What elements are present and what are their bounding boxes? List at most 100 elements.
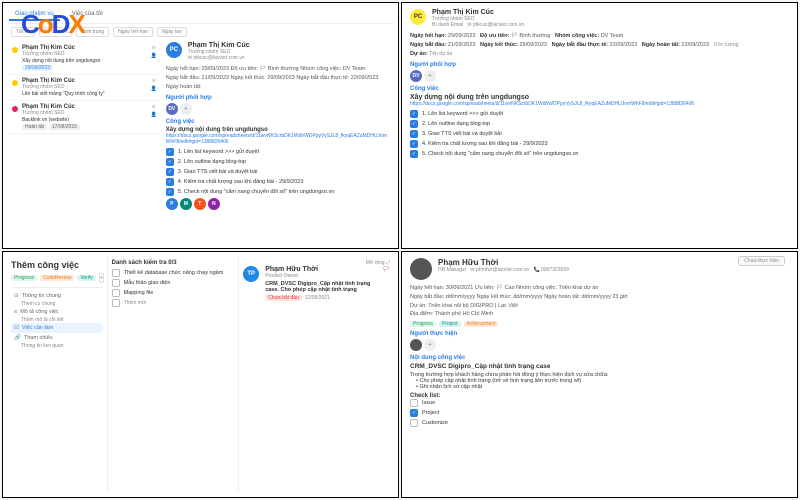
add-tag[interactable]: + [99, 273, 104, 283]
check-label: 2. Lên outline dạng blog-top [178, 159, 246, 165]
detail-email: ptkcuc@lacviet.com.vn [473, 22, 524, 28]
checkbox[interactable]: ✓ [410, 120, 418, 128]
avatar[interactable]: M [180, 198, 192, 210]
status-button[interactable]: Chưa thực hiện [738, 256, 785, 266]
preview-date: 12/09/2021 [305, 295, 330, 301]
nav-general[interactable]: ⊙ Thông tin chung [11, 291, 103, 301]
task-list: Phạm Thị Kim Cúc Trưởng nhóm SEO Xây dựn… [7, 40, 162, 212]
assignee-avatar[interactable] [410, 339, 422, 351]
meta-row: Dự án: Triển khai nội bộ DIGIPRO | Lạc V… [410, 302, 789, 311]
tag[interactable]: CodeReview [40, 275, 74, 281]
profile-name: Phạm Hữu Thời [438, 258, 569, 267]
author-name: Phạm Hữu Thời [265, 266, 376, 273]
avatar: PC [410, 9, 426, 25]
add-check[interactable]: Thêm mới [124, 300, 147, 306]
item-task: Backlink vn (website) [22, 117, 147, 123]
checkbox[interactable]: ✓ [166, 148, 174, 156]
profile-email: phhthoi@lacviet.com.vn [476, 267, 529, 273]
list-item[interactable]: Phạm Thị Kim Cúc Trưởng nhóm SEO Lên bài… [9, 75, 160, 101]
add-task-title: Thêm công việc [11, 260, 103, 270]
profile-photo [410, 258, 432, 280]
doc-link[interactable]: https://docs.google.com/spreadsheets/d/1… [410, 101, 789, 107]
content-label: Nội dung công việc [410, 355, 789, 361]
checkbox[interactable]: ✓ [410, 130, 418, 138]
item-task: Xây dựng nội dung trên ungdungso [22, 58, 147, 64]
list-item[interactable]: Phạm Thị Kim Cúc Trưởng nhóm SEO Xây dựn… [9, 42, 160, 75]
status-dot [12, 106, 18, 112]
delete-icon[interactable]: ⊘ [152, 45, 156, 51]
checkbox[interactable] [112, 299, 120, 307]
meta-row: Ngày hết hạn: 29/09/2023 Độ ưu tiên: 🏳 B… [166, 65, 390, 74]
checkbox[interactable]: ✓ [166, 168, 174, 176]
check-label: Mapping file [124, 290, 154, 296]
item-task: Lên bài viết mảng "Quy trình công ty" [22, 91, 147, 97]
checkbox[interactable]: ✓ [166, 158, 174, 166]
delete-icon[interactable]: ⊘ [152, 104, 156, 110]
avatar: TP [243, 266, 259, 282]
meta-row: Địa điểm: Thành phố Hồ Chí Minh [410, 310, 789, 319]
detail-name: Phạm Thị Kim Cúc [432, 9, 524, 16]
check-label: Thiết kế database chức năng chạy ngầm [124, 270, 224, 276]
more-icon[interactable]: ⋮ [788, 258, 793, 264]
item-role: Trưởng nhóm SEO [22, 110, 147, 116]
collaborator-avatar[interactable]: DV [166, 103, 178, 115]
logo: CoDX [21, 9, 84, 40]
checklist-title: Danh sách kiểm tra 0/3 [112, 260, 235, 266]
checklist: ✓1. Lên list keyword >>> gửi duyệt ✓2. L… [166, 148, 390, 196]
tag[interactable]: Verify [77, 275, 96, 281]
check-label: Issue [422, 400, 435, 406]
checkbox[interactable]: ✓ [166, 188, 174, 196]
nav-desc[interactable]: ≡ Mô tả công việc [11, 307, 103, 317]
checkbox[interactable] [112, 269, 120, 277]
task-detail: PC Phạm Thị Kim Cúc Trưởng nhóm SEO ✉ pt… [162, 40, 394, 212]
tag[interactable]: Project [439, 321, 461, 327]
item-date: 29/09/2023 [22, 65, 53, 71]
nav-ref[interactable]: 🔗 Tham chiếu [11, 333, 103, 343]
status-badge: Hoàn tất [22, 124, 47, 130]
task-preview: Mở rộng ⤢ TP Phạm Hữu Thời Product Owner… [239, 256, 394, 493]
tag[interactable]: Progress [11, 275, 37, 281]
doc-link[interactable]: https://docs.google.com/spreadsheets/d/1… [166, 133, 390, 145]
checkbox[interactable]: ✓ [410, 150, 418, 158]
detail-email: ptkcuc@lacviet.com.vn [193, 55, 244, 61]
reaction-avatars: P M T N [166, 198, 390, 210]
avatar[interactable]: P [166, 198, 178, 210]
collaborators-label: Người phối hợp [410, 62, 789, 68]
avatar: PC [166, 42, 182, 58]
list-item[interactable]: Phạm Thị Kim Cúc Trưởng nhóm SEO Backlin… [9, 101, 160, 134]
add-collaborator[interactable]: + [180, 103, 192, 115]
add-collaborator[interactable]: + [424, 70, 436, 82]
flag-icon[interactable]: 🏳 [382, 266, 390, 273]
checkbox[interactable] [410, 419, 418, 427]
filter-created[interactable]: Ngày tạo [157, 27, 187, 37]
delete-icon[interactable]: ⊘ [152, 78, 156, 84]
collaborators-label: Người phối hợp [166, 95, 390, 101]
checkbox[interactable] [112, 279, 120, 287]
email-label: Bí danh Email [432, 22, 463, 28]
item-role: Trưởng nhóm SEO [22, 51, 147, 57]
checkbox[interactable] [410, 399, 418, 407]
profile-role: HR Manager [438, 267, 466, 273]
add-assignee[interactable]: + [424, 339, 436, 351]
checkbox[interactable]: ✓ [166, 178, 174, 186]
meta-row: Ngày bắt đầu: 21/09/2023 Ngày kết thúc: … [166, 74, 390, 92]
panel-task-list: CoDX Giao nhiệm vụ Việc của tôi Tất cả Đ… [2, 2, 399, 249]
collaborator-avatar[interactable]: DV [410, 70, 422, 82]
panel-add-task: Thêm công việc Progress CodeReview Verif… [2, 251, 399, 498]
avatar[interactable]: T [194, 198, 206, 210]
check-label: 4. Kiểm tra chất lượng sau khi đăng bài … [422, 141, 548, 147]
avatar[interactable]: N [208, 198, 220, 210]
avatar-icon: 👤 [151, 112, 157, 118]
checkbox[interactable] [112, 289, 120, 297]
tag[interactable]: Achievement [464, 321, 499, 327]
content-title: CRM_DVSC Digipro_Cập nhật tình trạng cas… [410, 363, 789, 370]
checkbox[interactable]: ✓ [410, 110, 418, 118]
tag[interactable]: Progress [410, 321, 436, 327]
item-date: 17/08/2023 [49, 124, 80, 130]
nav-todo[interactable]: ☑ Việc cần làm [11, 323, 103, 333]
check-label: 5. Check nội dung "cẩm nang chuyển đổi s… [422, 151, 578, 157]
filter-due[interactable]: Ngày hết hạn [113, 27, 153, 37]
checkbox[interactable]: ✓ [410, 409, 418, 417]
checkbox[interactable]: ✓ [410, 140, 418, 148]
meta-row: Ngày bắt đầu: 21/09/2023 Ngày kết thúc: … [410, 41, 789, 50]
